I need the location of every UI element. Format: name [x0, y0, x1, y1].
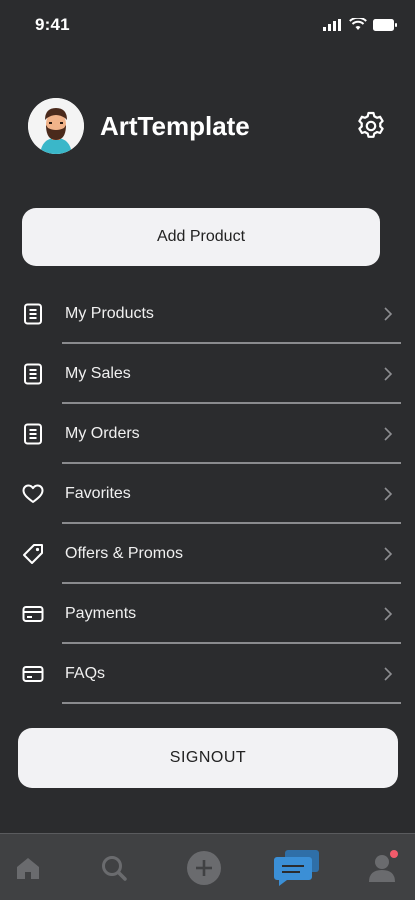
status-bar: 9:41	[0, 0, 415, 50]
plus-circle-icon	[187, 851, 221, 885]
gear-icon	[358, 111, 384, 138]
document-icon	[24, 363, 42, 385]
menu-item-label: My Sales	[65, 365, 131, 382]
menu-item-favorites[interactable]: Favorites	[0, 464, 415, 524]
chevron-right-icon	[384, 607, 393, 621]
card-icon	[22, 666, 44, 682]
chevron-right-icon	[384, 427, 393, 441]
tab-add[interactable]	[184, 848, 224, 888]
menu-item-offers-promos[interactable]: Offers & Promos	[0, 524, 415, 584]
chat-icon	[274, 850, 319, 886]
chevron-right-icon	[384, 367, 393, 381]
chevron-right-icon	[384, 307, 393, 321]
tab-messages[interactable]	[272, 848, 324, 888]
menu-item-label: Favorites	[65, 485, 131, 502]
tab-bar	[0, 833, 415, 900]
chevron-right-icon	[384, 667, 393, 681]
status-icons	[323, 18, 397, 31]
tab-profile[interactable]	[362, 848, 402, 888]
notification-badge	[390, 850, 398, 858]
chevron-right-icon	[384, 547, 393, 561]
battery-icon	[373, 18, 397, 31]
home-icon	[17, 858, 39, 879]
bearded-man-avatar-icon	[28, 98, 84, 154]
tab-home[interactable]	[8, 848, 48, 888]
add-product-button[interactable]: Add Product	[22, 208, 380, 266]
signal-icon	[323, 18, 341, 31]
menu-item-label: My Products	[65, 305, 154, 322]
menu-item-label: My Orders	[65, 425, 140, 442]
search-icon	[102, 856, 127, 881]
menu-item-label: Payments	[65, 605, 137, 622]
menu-item-label: Offers & Promos	[65, 545, 183, 562]
document-icon	[24, 423, 42, 445]
status-time: 9:41	[35, 15, 70, 34]
menu-item-my-products[interactable]: My Products	[0, 284, 415, 344]
tag-icon	[23, 544, 43, 564]
menu-item-label: FAQs	[65, 665, 106, 682]
menu-item-faqs[interactable]: FAQs	[0, 644, 415, 704]
settings-button[interactable]	[355, 110, 387, 142]
document-icon	[24, 303, 42, 325]
divider	[62, 702, 401, 704]
menu-item-my-sales[interactable]: My Sales	[0, 344, 415, 404]
tab-search[interactable]	[94, 848, 134, 888]
wifi-icon	[349, 18, 367, 30]
menu-item-payments[interactable]: Payments	[0, 584, 415, 644]
signout-button[interactable]: SIGNOUT	[18, 728, 398, 788]
heart-icon	[22, 484, 44, 503]
menu-item-my-orders[interactable]: My Orders	[0, 404, 415, 464]
card-icon	[22, 606, 44, 622]
profile-header: ArtTemplate	[28, 98, 387, 156]
avatar[interactable]	[28, 98, 84, 154]
profile-name: ArtTemplate	[100, 111, 250, 141]
menu-list: My Products My Sales My Orders Favorites	[0, 284, 415, 704]
chevron-right-icon	[384, 487, 393, 501]
